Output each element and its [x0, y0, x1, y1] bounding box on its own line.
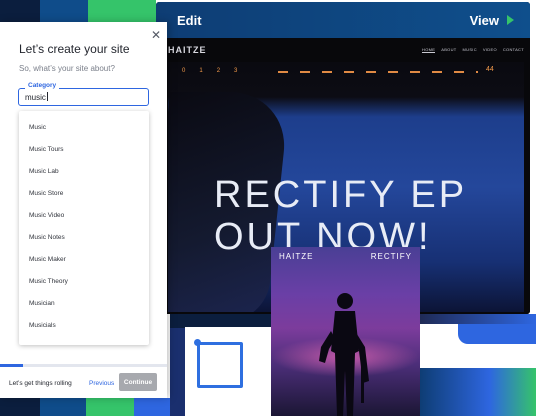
- decor-strip: [40, 398, 86, 416]
- guitarist-silhouette-icon: [319, 293, 369, 416]
- hero-numbers: 0 1 2 3: [182, 68, 237, 74]
- decor-strip: [134, 398, 170, 416]
- hero-number: 0: [182, 68, 186, 74]
- suggestion-item[interactable]: Music: [29, 124, 46, 131]
- decor-accent: [420, 314, 536, 324]
- close-icon[interactable]: ✕: [151, 28, 161, 42]
- wizard-subtitle: So, what’s your site about?: [19, 64, 115, 73]
- wizard-progress-fill: [0, 364, 24, 367]
- decor-accent: [170, 314, 271, 328]
- suggestion-item[interactable]: Music Lab: [29, 168, 59, 175]
- hero-title: RECTIFY EP OUT NOW!: [214, 174, 524, 258]
- decor-strip: [40, 0, 88, 22]
- wizard-progress: [0, 364, 167, 367]
- decor-strip: [88, 0, 156, 22]
- suggestion-item[interactable]: Music Tours: [29, 146, 64, 153]
- hero-counter: 44: [486, 66, 494, 73]
- decor-accent: [458, 324, 536, 344]
- edit-tab[interactable]: Edit: [177, 13, 202, 28]
- continue-button[interactable]: Continue: [119, 373, 157, 391]
- hero-number: 3: [234, 68, 238, 74]
- suggestion-item[interactable]: Musician: [29, 300, 55, 307]
- hero-title-line: RECTIFY EP: [214, 174, 468, 216]
- category-label: Category: [25, 82, 60, 89]
- hero-number: 1: [199, 68, 203, 74]
- decor-strip: [0, 398, 40, 416]
- decor-strip: [0, 0, 40, 22]
- suggestion-item[interactable]: Music Notes: [29, 234, 65, 241]
- suggestion-item[interactable]: Music Store: [29, 190, 63, 197]
- album-cover: HAITZE RECTIFY: [271, 247, 420, 416]
- site-nav-link[interactable]: HOME: [422, 47, 436, 53]
- hero-light-dashes: [278, 71, 478, 73]
- site-logo: HAITZE: [168, 45, 207, 55]
- editor-toolbar: Edit View: [156, 2, 530, 38]
- stage: Edit View HAITZE HOME ABOUT MUSIC VIDEO …: [0, 0, 536, 416]
- create-site-wizard: ✕ Let’s create your site So, what’s your…: [0, 22, 167, 398]
- selection-square-icon: [197, 342, 243, 388]
- site-nav-link[interactable]: ABOUT: [441, 47, 456, 53]
- site-nav-link[interactable]: CONTACT: [503, 47, 524, 53]
- site-nav-link[interactable]: VIDEO: [483, 47, 497, 53]
- suggestion-item[interactable]: Music Theory: [29, 278, 68, 285]
- view-label: View: [469, 12, 499, 28]
- previous-button[interactable]: Previous: [89, 380, 114, 387]
- resize-handle-icon: [194, 339, 201, 346]
- category-suggestions: Music Music Tours Music Lab Music Store …: [19, 111, 149, 345]
- wizard-title: Let’s create your site: [19, 42, 130, 56]
- decor-accent: [420, 368, 536, 416]
- decor-strip: [86, 398, 134, 416]
- category-input[interactable]: music: [18, 88, 149, 106]
- hero-number: 2: [216, 68, 221, 74]
- suggestion-item[interactable]: Music Video: [29, 212, 64, 219]
- wizard-footer-text: Let’s get things rolling: [9, 380, 72, 387]
- play-icon: [507, 15, 514, 25]
- category-input-value: music: [25, 92, 48, 102]
- suggestion-item[interactable]: Music Maker: [29, 256, 66, 263]
- site-nav-link[interactable]: MUSIC: [463, 47, 477, 53]
- view-button[interactable]: View: [470, 13, 514, 28]
- site-nav: HAITZE HOME ABOUT MUSIC VIDEO CONTACT: [156, 38, 530, 62]
- album-title: RECTIFY: [370, 252, 412, 261]
- site-nav-links: HOME ABOUT MUSIC VIDEO CONTACT: [422, 47, 524, 53]
- album-artist: HAITZE: [279, 252, 314, 261]
- suggestion-item[interactable]: Musicials: [29, 322, 56, 329]
